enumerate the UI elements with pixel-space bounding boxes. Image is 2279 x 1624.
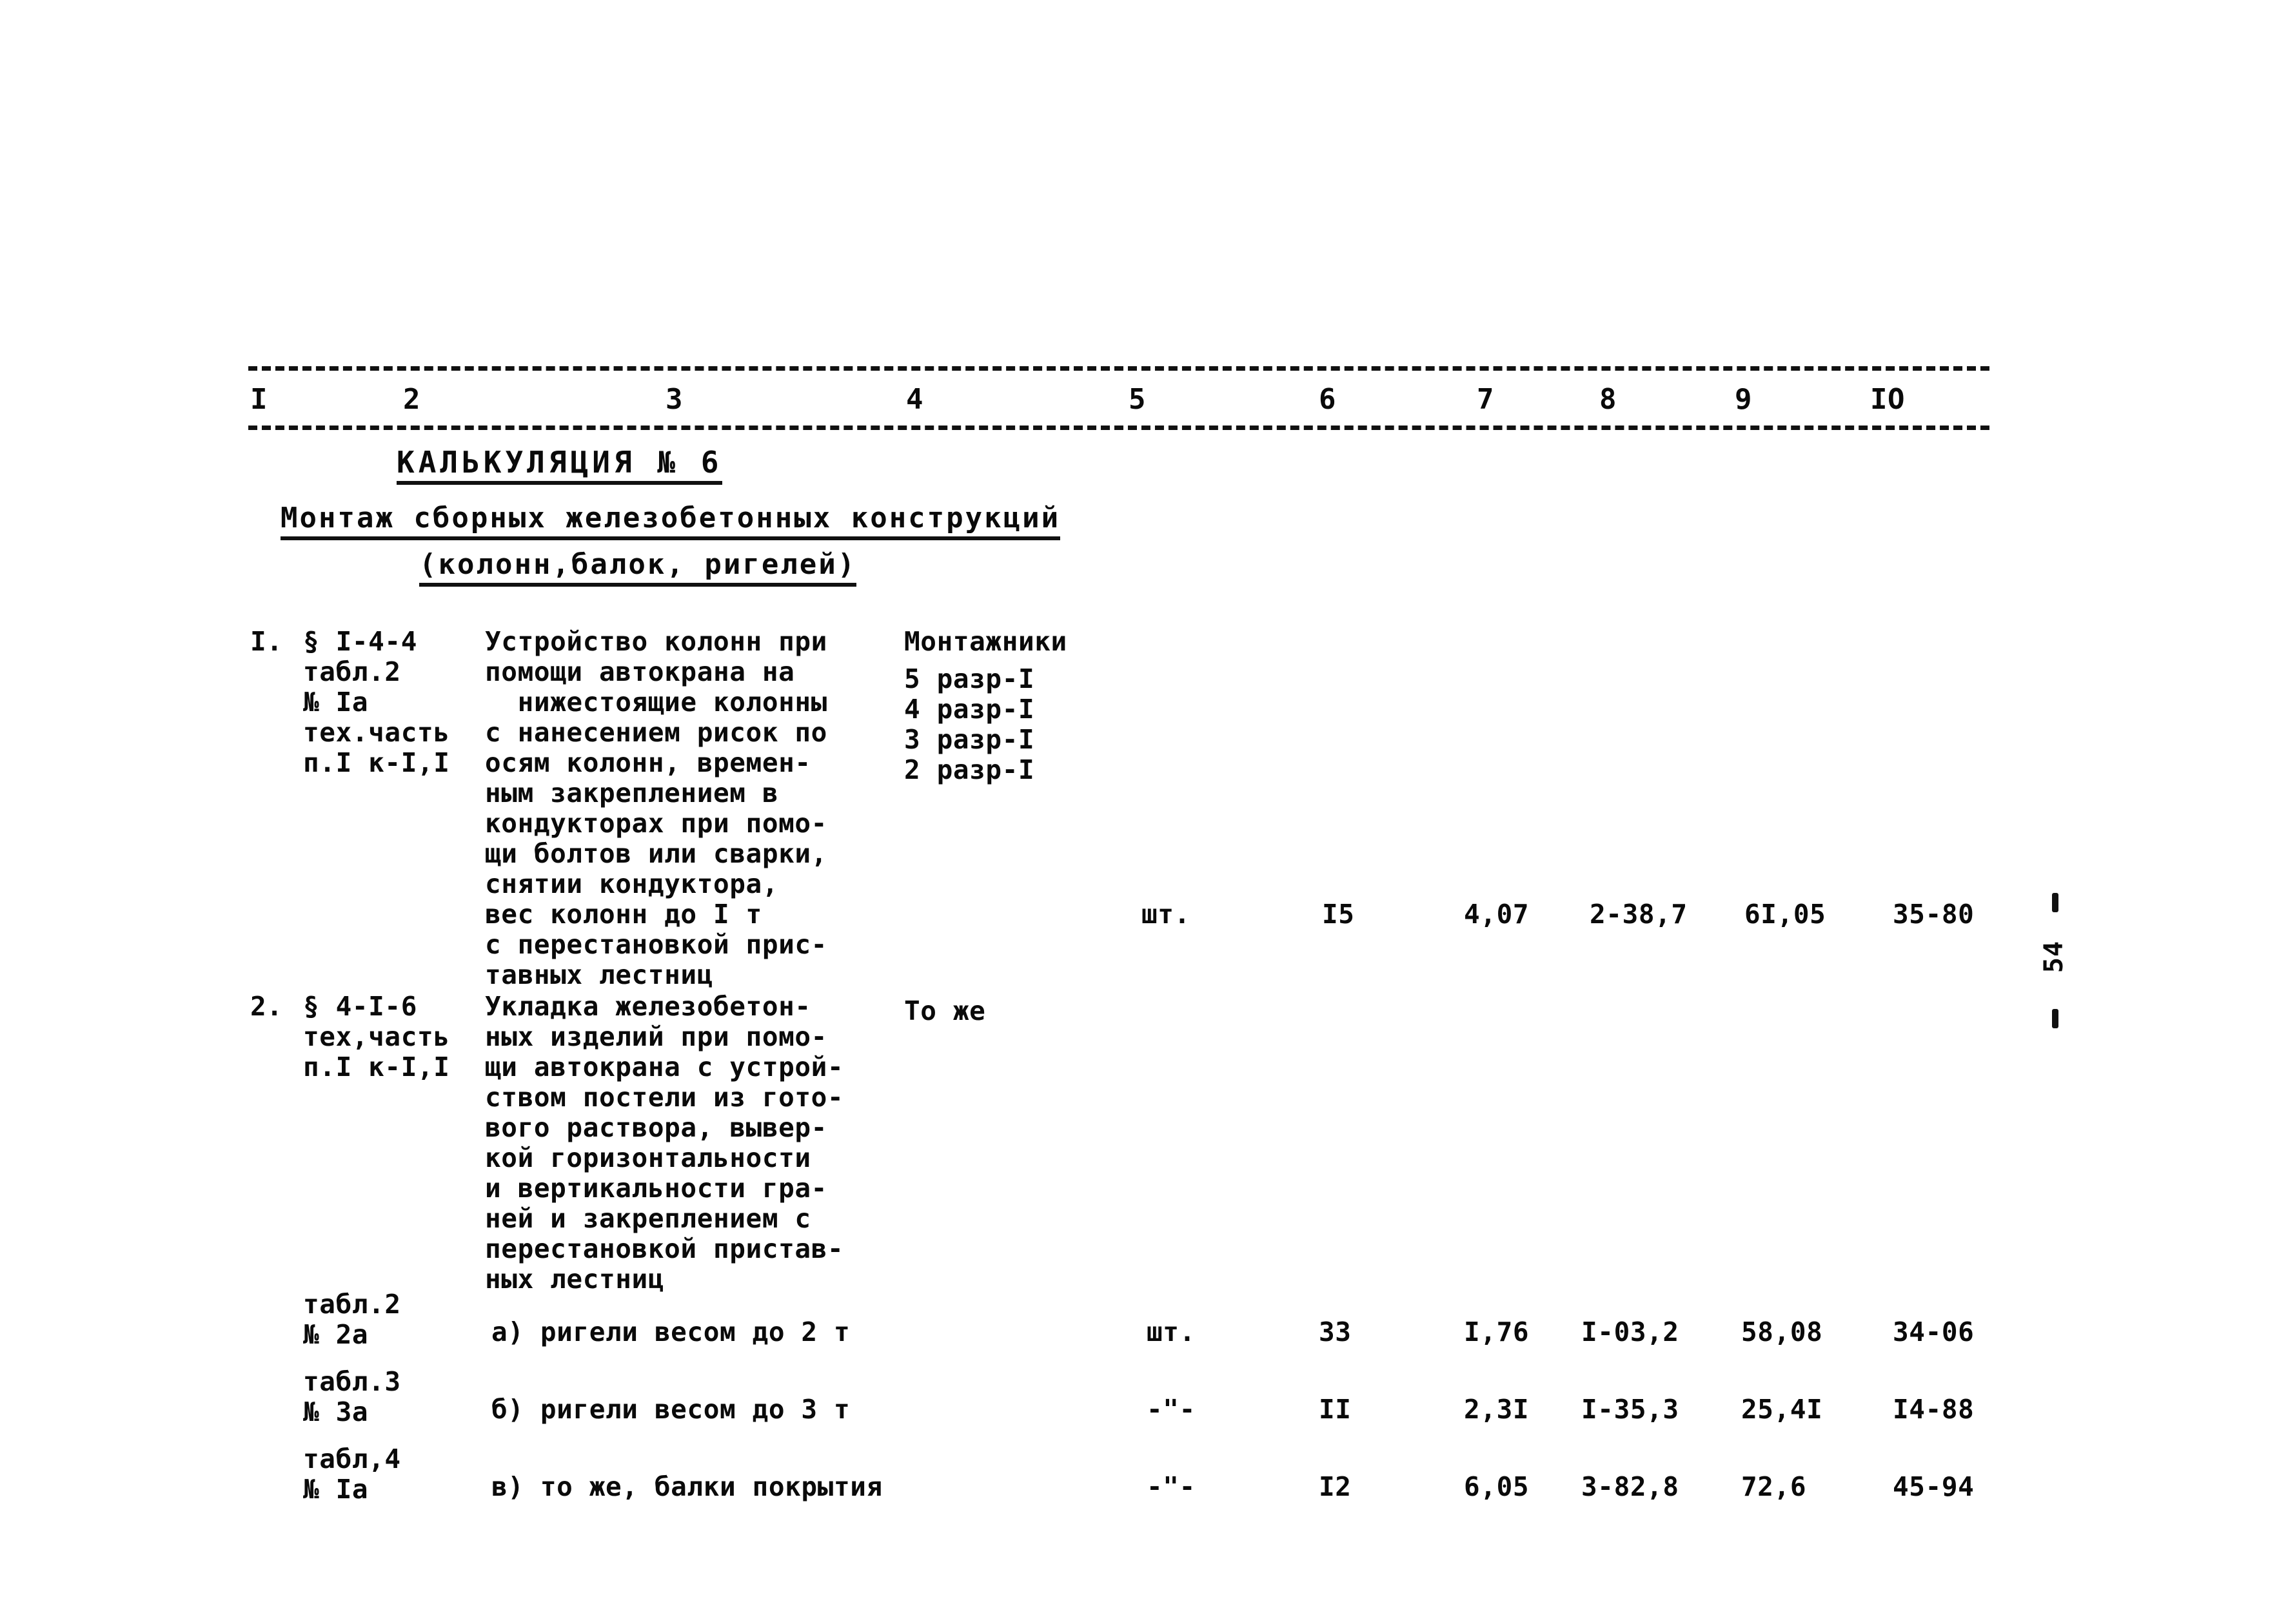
row-2a-quantity: 33 (1319, 1316, 1352, 1347)
row-2a-norm-time: I,76 (1464, 1316, 1530, 1347)
row-2-ref-1: § 4-I-6 (303, 991, 417, 1022)
row-2c-ref-2: № Iа (303, 1474, 369, 1505)
main-title-text: Монтаж сборных железобетонных конструкци… (281, 502, 1061, 540)
column-number-3: 3 (666, 383, 683, 416)
row-2b-unit: -"- (1147, 1394, 1196, 1425)
row-1-workers-title: Монтажники (904, 626, 1067, 657)
column-number-4: 4 (906, 383, 923, 416)
row-2a-total-sum: 34-06 (1893, 1316, 1975, 1347)
row-1-description-line-1: Устройство колонн при (485, 626, 827, 657)
header-rule-bottom (248, 426, 1989, 430)
row-2a-unit: шт. (1147, 1316, 1196, 1347)
column-number-5: 5 (1129, 383, 1146, 416)
row-1-worker-grade-2: 4 разр-I (904, 694, 1035, 725)
row-1-description-line-5: осям колонн, времен- (485, 747, 811, 778)
row-1-total-sum: 35-80 (1893, 899, 1975, 930)
row-2b-ref-2: № 3а (303, 1396, 369, 1427)
row-1-unit: шт. (1141, 899, 1190, 930)
row-1-ref-2: табл.2 (303, 656, 401, 687)
row-2-description-line-2: ных изделий при помо- (485, 1021, 827, 1052)
row-2c-total-sum: 45-94 (1893, 1471, 1975, 1502)
row-1-description-line-12: тавных лестниц (485, 959, 713, 990)
row-2-description-line-4: ством постели из гото- (485, 1082, 844, 1113)
calculation-heading: КАЛЬКУЛЯЦИЯ № 6 (397, 445, 723, 485)
row-2b-rate: I-35,3 (1581, 1394, 1679, 1425)
row-2-description-line-9: перестановкой пристав- (485, 1233, 844, 1264)
column-number-8: 8 (1599, 383, 1617, 416)
row-2-ref-2: тех,часть (303, 1021, 450, 1052)
row-2-workers-title: То же (904, 995, 986, 1026)
column-number-10: IO (1870, 383, 1905, 416)
calculation-heading-text: КАЛЬКУЛЯЦИЯ № 6 (397, 445, 723, 485)
row-2a-description: а) ригели весом до 2 т (491, 1316, 851, 1347)
row-1-worker-grade-3: 3 разр-I (904, 724, 1035, 755)
row-2c-description: в) то же, балки покрытия (491, 1471, 883, 1502)
page-marker-dash-top (2052, 893, 2058, 912)
row-1-number: I. (250, 626, 283, 657)
row-2b-quantity: II (1319, 1394, 1352, 1425)
sub-title: (колонн,балок, ригелей) (419, 548, 857, 587)
row-1-ref-5: п.I к-I,I (303, 747, 450, 778)
row-2-description-line-10: ных лестниц (485, 1264, 665, 1295)
row-1-worker-grade-1: 5 разр-I (904, 663, 1035, 694)
row-1-description-line-4: с нанесением рисок по (485, 717, 827, 748)
row-2c-total-time: 72,6 (1741, 1471, 1807, 1502)
row-2b-description: б) ригели весом до 3 т (491, 1394, 851, 1425)
column-number-1: I (250, 383, 268, 416)
row-2-description-line-1: Укладка железобетон- (485, 991, 811, 1022)
row-2-description-line-7: и вертикальности гра- (485, 1173, 827, 1204)
header-rule-top (248, 366, 1989, 371)
main-title: Монтаж сборных железобетонных конструкци… (281, 502, 1061, 540)
row-2c-ref-1: табл,4 (303, 1443, 401, 1474)
row-2-ref-3: п.I к-I,I (303, 1052, 450, 1082)
row-1-description-line-7: кондукторах при помо- (485, 808, 827, 839)
row-1-norm-time: 4,07 (1464, 899, 1530, 930)
row-2-description-line-8: ней и закреплением с (485, 1203, 811, 1234)
row-1-description-line-9: снятии кондуктора, (485, 868, 779, 899)
document-page: I 2 3 4 5 6 7 8 9 IO КАЛЬКУЛЯЦИЯ № 6 Мон… (0, 0, 2279, 1624)
column-number-6: 6 (1319, 383, 1336, 416)
row-1-description-line-2: помощи автокрана на (485, 656, 795, 687)
row-2a-ref-2: № 2а (303, 1319, 369, 1350)
row-1-ref-3: № Iа (303, 687, 369, 718)
row-2c-unit: -"- (1147, 1471, 1196, 1502)
row-2a-ref-1: табл.2 (303, 1289, 401, 1320)
row-1-description-line-8: щи болтов или сварки, (485, 838, 827, 869)
page-number: 54 (2039, 940, 2069, 973)
row-1-ref-1: § I-4-4 (303, 626, 417, 657)
sub-title-text: (колонн,балок, ригелей) (419, 548, 857, 587)
row-1-description-line-10: вес колонн до I т (485, 899, 762, 930)
row-2c-rate: 3-82,8 (1581, 1471, 1679, 1502)
row-1-ref-4: тех.часть (303, 717, 450, 748)
row-2c-quantity: I2 (1319, 1471, 1352, 1502)
row-2b-total-time: 25,4I (1741, 1394, 1823, 1425)
page-number-marker: 54 (2039, 893, 2106, 1054)
row-2-description-line-6: кой горизонтальности (485, 1142, 811, 1173)
row-2a-rate: I-03,2 (1581, 1316, 1679, 1347)
row-2b-ref-1: табл.3 (303, 1366, 401, 1397)
row-2a-total-time: 58,08 (1741, 1316, 1823, 1347)
row-1-rate: 2-38,7 (1590, 899, 1688, 930)
column-number-2: 2 (403, 383, 420, 416)
row-1-quantity: I5 (1322, 899, 1355, 930)
column-number-7: 7 (1477, 383, 1494, 416)
row-2-description-line-5: вого раствора, вывер- (485, 1112, 827, 1143)
row-2b-total-sum: I4-88 (1893, 1394, 1975, 1425)
row-1-description-line-11: с перестановкой прис- (485, 929, 827, 960)
row-2b-norm-time: 2,3I (1464, 1394, 1530, 1425)
row-1-worker-grade-4: 2 разр-I (904, 754, 1035, 785)
row-1-total-time: 6I,05 (1744, 899, 1826, 930)
row-2-number: 2. (250, 991, 283, 1022)
row-2c-norm-time: 6,05 (1464, 1471, 1530, 1502)
row-2-description-line-3: щи автокрана с устрой- (485, 1052, 844, 1082)
column-number-9: 9 (1735, 383, 1752, 416)
page-marker-dash-bottom (2052, 1009, 2058, 1028)
row-1-description-line-6: ным закреплением в (485, 778, 779, 808)
row-1-description-line-3: нижестоящие колонны (485, 687, 827, 718)
